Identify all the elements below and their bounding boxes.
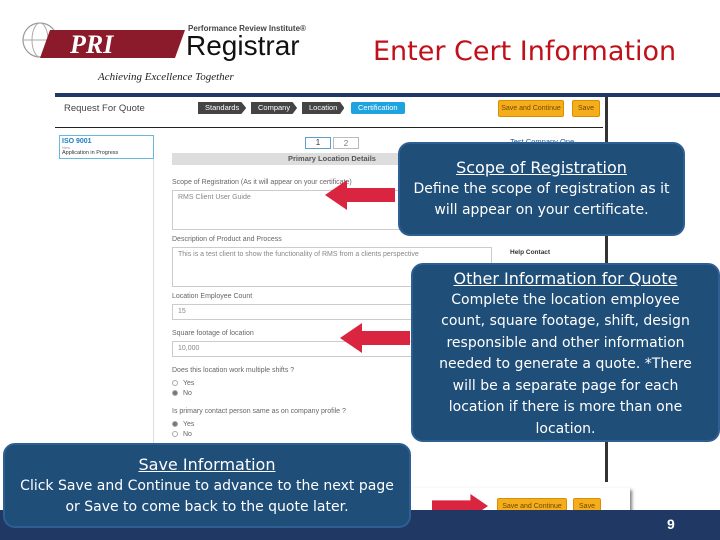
arrow-left-icon <box>325 180 395 210</box>
pri-registrar-logo: PRI Performance Review Institute® Regist… <box>10 18 340 88</box>
radio-label: Yes <box>183 421 195 428</box>
page-2-button[interactable]: 2 <box>333 137 359 149</box>
shifts-yes-radio[interactable]: Yes <box>172 380 194 387</box>
sidebar-standard-card[interactable]: ISO 9001 New Application in Progress <box>59 135 154 159</box>
standard-name: ISO 9001 <box>62 138 92 145</box>
callout-title: Save Information <box>138 455 276 474</box>
slide-title: Enter Cert Information <box>373 36 677 67</box>
callout-body: Click Save and Continue to advance to th… <box>20 477 394 516</box>
callout-save: Save Information Click Save and Continue… <box>3 443 411 528</box>
app-title: Request For Quote <box>64 103 145 114</box>
step-standards[interactable]: Standards <box>198 102 247 114</box>
callout-body: Complete the location employee count, sq… <box>439 291 692 437</box>
logo-product: Registrar <box>186 30 300 61</box>
contact-no-radio[interactable]: No <box>172 431 192 438</box>
page-number: 9 <box>667 516 675 532</box>
contact-yes-radio[interactable]: Yes <box>172 421 194 428</box>
callout-title: Scope of Registration <box>456 158 627 177</box>
divider <box>55 127 603 128</box>
callout-scope: Scope of Registration Define the scope o… <box>398 142 685 236</box>
description-label: Description of Product and Process <box>172 236 282 243</box>
help-contact: Help Contact <box>510 249 551 256</box>
square-footage-label: Square footage of location <box>172 330 254 337</box>
step-company[interactable]: Company <box>251 102 298 114</box>
shifts-no-radio[interactable]: No <box>172 390 192 397</box>
svg-text:PRI: PRI <box>69 30 114 59</box>
radio-label: Yes <box>183 380 195 387</box>
contact-label: Is primary contact person same as on com… <box>172 408 346 415</box>
page-1-button[interactable]: 1 <box>305 137 331 149</box>
step-certification[interactable]: Certification <box>351 102 405 114</box>
save-button[interactable]: Save <box>572 100 600 117</box>
employee-count-label: Location Employee Count <box>172 293 253 300</box>
standard-status: Application in Progress <box>62 150 119 156</box>
radio-label: No <box>183 431 192 438</box>
callout-body: Define the scope of registration as it w… <box>413 180 670 219</box>
step-location[interactable]: Location <box>302 102 345 114</box>
arrow-left-icon <box>340 323 410 353</box>
radio-label: No <box>183 390 192 397</box>
save-and-continue-button[interactable]: Save and Continue <box>498 100 564 117</box>
shifts-label: Does this location work multiple shifts … <box>172 367 295 374</box>
logo-tagline: Achieving Excellence Together <box>98 71 234 83</box>
divider <box>153 159 154 482</box>
callout-other-info: Other Information for Quote Complete the… <box>411 263 720 442</box>
callout-title: Other Information for Quote <box>453 269 678 288</box>
